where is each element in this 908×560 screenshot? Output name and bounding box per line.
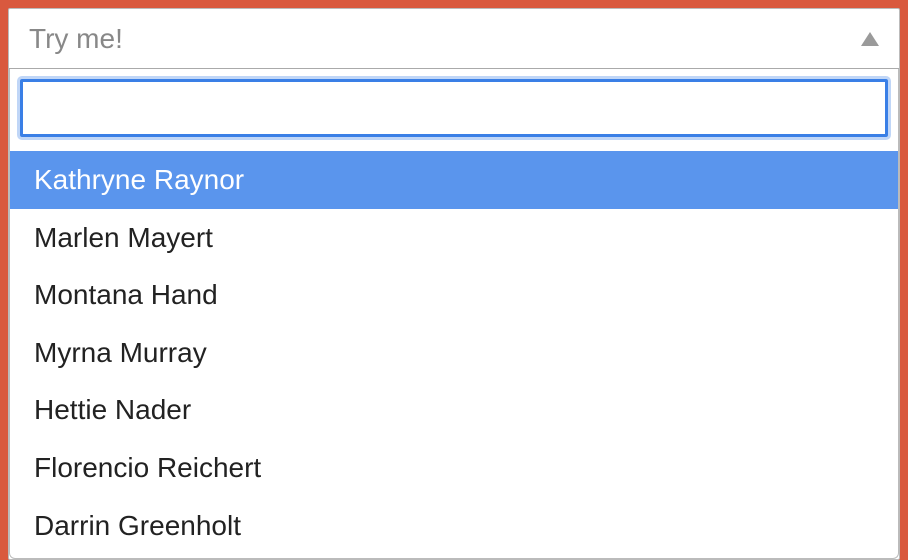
select-dropdown: Kathryne RaynorMarlen MayertMontana Hand… bbox=[9, 69, 899, 559]
option-item[interactable]: Myrna Murray bbox=[10, 324, 898, 382]
option-item[interactable]: Florencio Reichert bbox=[10, 439, 898, 497]
select-container: Try me! Kathryne RaynorMarlen MayertMont… bbox=[8, 8, 900, 560]
option-item[interactable]: Darrin Greenholt bbox=[10, 497, 898, 555]
option-item[interactable]: Montana Hand bbox=[10, 266, 898, 324]
search-input[interactable] bbox=[20, 79, 888, 137]
search-wrapper bbox=[10, 69, 898, 143]
options-list: Kathryne RaynorMarlen MayertMontana Hand… bbox=[10, 151, 898, 554]
option-item[interactable]: Kathryne Raynor bbox=[10, 151, 898, 209]
select-placeholder: Try me! bbox=[29, 23, 123, 55]
option-item[interactable]: Marlen Mayert bbox=[10, 209, 898, 267]
select-header[interactable]: Try me! bbox=[9, 9, 899, 69]
option-item[interactable]: Hettie Nader bbox=[10, 381, 898, 439]
caret-up-icon bbox=[861, 32, 879, 46]
